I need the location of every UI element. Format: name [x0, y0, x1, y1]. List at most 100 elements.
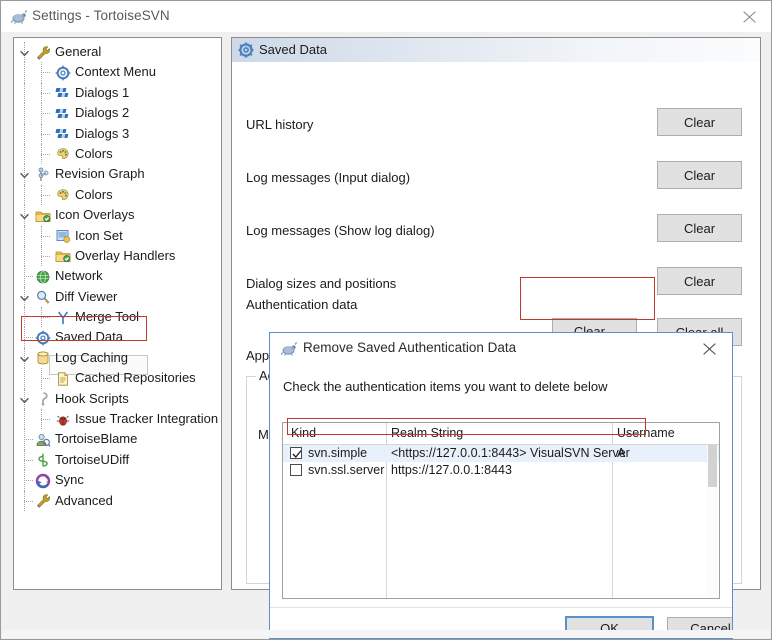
clear-dialog-sizes-button[interactable]: Clear: [657, 267, 742, 295]
obscured-app-label: App: [246, 348, 270, 363]
tree-guide-elbow: [41, 255, 50, 257]
person-icon: [35, 432, 51, 448]
chevron-down-icon[interactable]: [19, 47, 30, 58]
gear-icon: [35, 330, 51, 346]
tree-guide-line: [24, 368, 25, 389]
checkers-icon: [55, 85, 71, 101]
sidebar-item-label: Dialogs 3: [75, 125, 130, 141]
tree-guide-elbow: [41, 378, 50, 380]
sidebar-item-network[interactable]: Network: [14, 266, 221, 287]
sidebar-item-label: Issue Tracker Integration: [75, 411, 219, 427]
settings-window: Settings - TortoiseSVN General Context Me…: [0, 0, 772, 640]
option-label-log-input: Log messages (Input dialog): [246, 170, 411, 185]
dialog-body: Check the authentication items you want …: [270, 364, 732, 638]
tree-guide-line: [24, 409, 25, 430]
sidebar-item-label: Dialogs 1: [75, 84, 130, 100]
sidebar-item-icon-set[interactable]: Icon Set: [14, 225, 221, 246]
option-label-url-history: URL history: [246, 117, 314, 132]
tree-guide-line: [24, 245, 25, 267]
sidebar-item-dialogs-2[interactable]: Dialogs 2: [14, 103, 221, 124]
row-checkbox[interactable]: [290, 464, 302, 476]
dialog-footer-divider: [270, 607, 732, 608]
gear-icon: [238, 42, 254, 58]
sidebar-item-merge-tool[interactable]: Merge Tool: [14, 307, 221, 328]
sidebar-item-dialogs-3[interactable]: Dialogs 3: [14, 123, 221, 144]
close-icon[interactable]: [727, 1, 771, 31]
chevron-down-icon[interactable]: [19, 394, 30, 405]
sidebar-item-label: Colors: [75, 186, 113, 202]
sidebar-item-colors[interactable]: Colors: [14, 184, 221, 206]
sidebar-item-tortoiseudiff[interactable]: TortoiseUDiff: [14, 449, 221, 471]
tree-guide-elbow: [41, 235, 50, 237]
sidebar-item-label: Revision Graph: [55, 166, 145, 182]
sidebar-item-dialogs-1[interactable]: Dialogs 1: [14, 82, 221, 104]
chevron-down-icon[interactable]: [19, 353, 30, 364]
sidebar-item-context-menu[interactable]: Context Menu: [14, 62, 221, 83]
chevron-down-icon[interactable]: [19, 169, 30, 180]
tree-guide-elbow: [41, 317, 50, 319]
tree-guide-elbow: [24, 276, 33, 278]
cell-realm: <https://127.0.0.1:8443> VisualSVN Serve…: [391, 446, 630, 460]
table-row[interactable]: svn.ssl.server https://127.0.0.1:8443: [283, 462, 719, 479]
option-label-log-show: Log messages (Show log dialog): [246, 223, 435, 238]
clear-url-history-button[interactable]: Clear: [657, 108, 742, 136]
chevron-down-icon[interactable]: [19, 292, 30, 303]
sidebar-item-cached-repositories[interactable]: Cached Repositories: [14, 368, 221, 389]
column-header-username: Username: [617, 426, 675, 440]
settings-tree[interactable]: General Context Menu Dialogs 1 Dialogs 2 Dia…: [13, 37, 222, 590]
tree-guide-elbow: [24, 337, 33, 339]
sidebar-item-saved-data[interactable]: Saved Data: [14, 327, 221, 348]
sidebar-item-label: Diff Viewer: [55, 288, 118, 304]
sidebar-item-label: Context Menu: [75, 64, 156, 80]
sidebar-item-label: Dialogs 2: [75, 105, 130, 121]
clear-log-input-button[interactable]: Clear: [657, 161, 742, 189]
sidebar-item-icon-overlays[interactable]: Icon Overlays: [14, 205, 221, 226]
table-scrollbar[interactable]: [707, 445, 718, 598]
sidebar-item-overlay-handlers[interactable]: Overlay Handlers: [14, 245, 221, 267]
option-label-dialog-sizes: Dialog sizes and positions: [246, 276, 397, 291]
tree-guide-line: [24, 123, 25, 144]
cell-realm: https://127.0.0.1:8443: [391, 463, 512, 477]
tree-guide-elbow: [41, 113, 50, 115]
sidebar-item-diff-viewer[interactable]: Diff Viewer: [14, 286, 221, 308]
tree-guide-line: [24, 184, 25, 206]
window-bottom-strip: [2, 630, 770, 638]
dialog-title-bar: Remove Saved Authentication Data: [270, 333, 732, 364]
sidebar-item-issue-tracker-integration[interactable]: Issue Tracker Integration: [14, 409, 221, 430]
sidebar-item-colors[interactable]: Colors: [14, 143, 221, 165]
sidebar-item-label: Overlay Handlers: [75, 247, 176, 263]
close-icon[interactable]: [688, 333, 732, 363]
sync-icon: [35, 473, 51, 489]
row-checkbox[interactable]: [290, 447, 302, 459]
sidebar-item-label: Advanced: [55, 492, 113, 508]
tree-guide-line: [24, 103, 25, 124]
title-bar: Settings - TortoiseSVN: [1, 1, 771, 32]
clear-log-show-button[interactable]: Clear: [657, 214, 742, 242]
palette-icon: [55, 146, 71, 162]
sidebar-item-log-caching[interactable]: Log Caching: [14, 347, 221, 369]
database-icon: [35, 350, 51, 366]
sidebar-item-label: Cached Repositories: [75, 370, 196, 386]
sidebar-item-revision-graph[interactable]: Revision Graph: [14, 164, 221, 185]
table-row[interactable]: svn.simple <https://127.0.0.1:8443> Visu…: [283, 445, 719, 462]
window-title: Settings - TortoiseSVN: [32, 8, 170, 23]
tree-guide-line: [24, 225, 25, 246]
sidebar-item-general[interactable]: General: [14, 42, 221, 63]
auth-items-table[interactable]: Kind Realm String Username svn.simple <h…: [282, 422, 720, 599]
sidebar-item-label: TortoiseUDiff: [55, 451, 130, 467]
sidebar-item-tortoiseblame[interactable]: TortoiseBlame: [14, 429, 221, 450]
scrollbar-thumb[interactable]: [708, 445, 717, 487]
tree-guide-elbow: [41, 133, 50, 135]
tree-guide-line: [24, 82, 25, 104]
table-header: Kind Realm String Username: [283, 423, 719, 445]
wrench-icon: [35, 493, 51, 509]
chevron-down-icon[interactable]: [19, 210, 30, 221]
tree-guide-elbow: [41, 72, 50, 74]
sidebar-item-label: Icon Set: [75, 227, 123, 243]
sidebar-item-hook-scripts[interactable]: Hook Scripts: [14, 388, 221, 410]
pane-header: Saved Data: [232, 38, 760, 62]
sidebar-item-advanced[interactable]: Advanced: [14, 490, 221, 511]
dialog-instruction: Check the authentication items you want …: [283, 379, 608, 394]
sidebar-item-label: Merge Tool: [75, 309, 140, 325]
sidebar-item-sync[interactable]: Sync: [14, 470, 221, 491]
